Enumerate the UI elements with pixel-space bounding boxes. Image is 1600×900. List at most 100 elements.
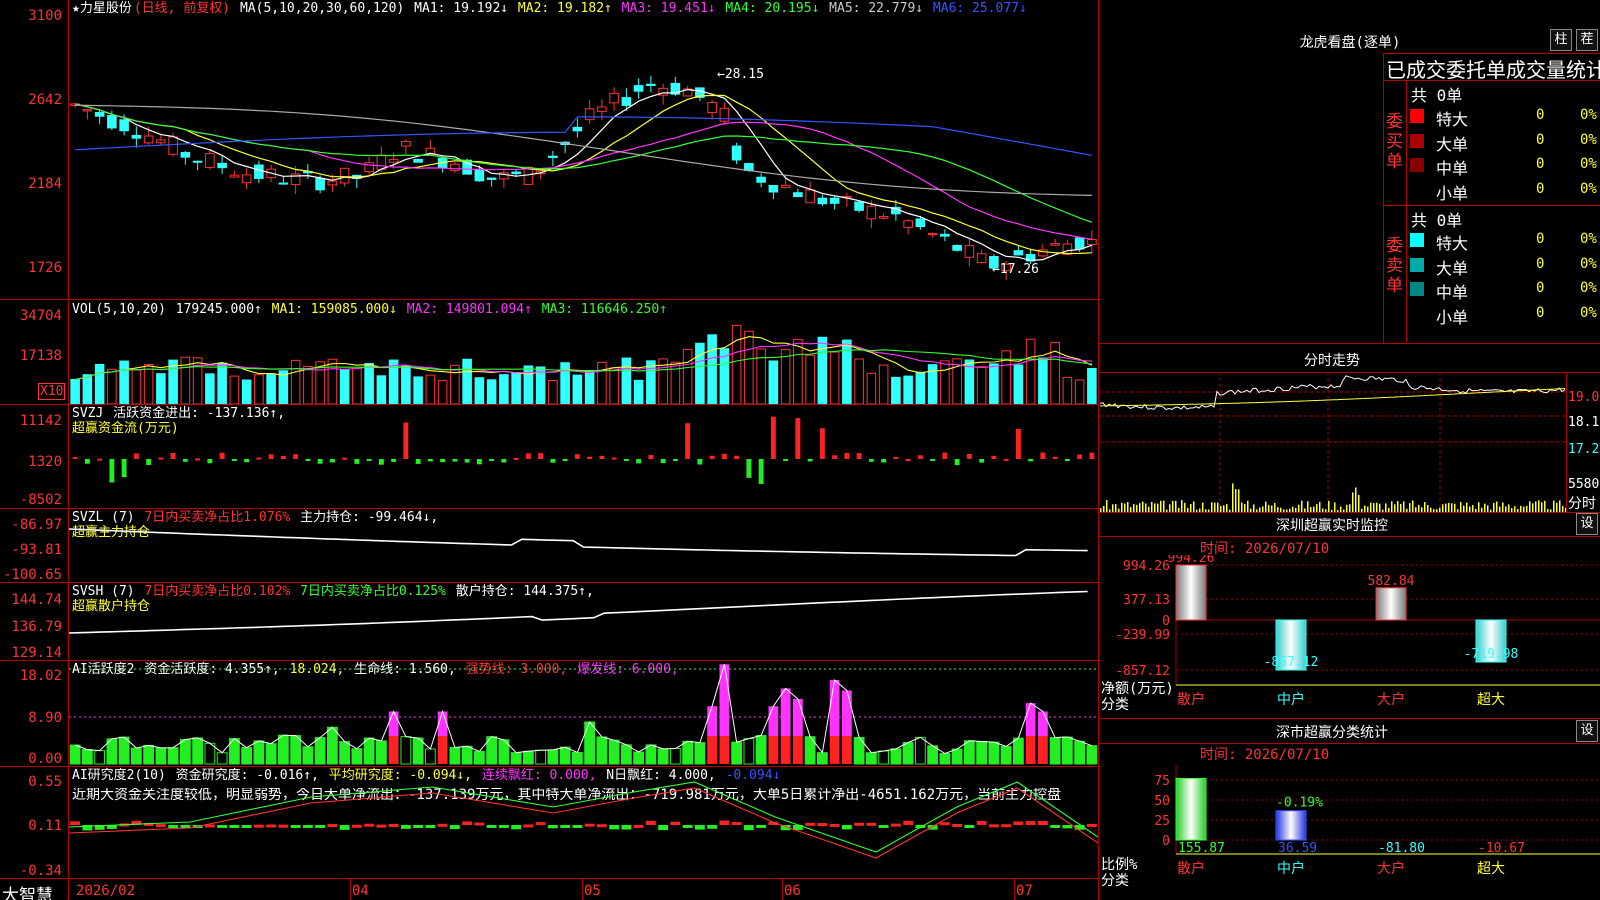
activity-bar-high xyxy=(707,706,718,736)
sell-row-1: 大单 0 0% xyxy=(1408,253,1600,278)
intraday-volume-bar xyxy=(1238,489,1240,512)
sell-row-2: 中单 0 0% xyxy=(1408,277,1600,302)
main-y-label: 1726 xyxy=(28,260,62,276)
category-label: 大户 xyxy=(1377,691,1405,708)
intraday-volume-bar xyxy=(1448,502,1450,512)
main-y-label: 2642 xyxy=(28,92,62,108)
ratio-bar-chart[interactable]: 75 50 25 0 155.87 散户 36.59 中户 -81.80 大户 -10.67 超大 -0… xyxy=(1100,760,1600,900)
research-bar xyxy=(70,821,81,825)
tab-volume-stats[interactable]: 成交量统计 xyxy=(1506,58,1600,82)
high-price-marker: ←28.15 xyxy=(717,67,764,82)
activity-bar-mid xyxy=(792,736,803,764)
column-view-button[interactable]: 柱 xyxy=(1550,29,1572,51)
volume-chart[interactable] xyxy=(69,300,1098,404)
net-flow-bar xyxy=(1175,564,1207,621)
fund-flow-bar xyxy=(121,459,127,478)
intraday-volume-bar xyxy=(1508,504,1510,512)
activity-bar-high xyxy=(780,688,791,736)
ratio-value: 155.87 xyxy=(1178,841,1225,856)
intraday-volume-bar xyxy=(1319,501,1321,512)
volume-bar xyxy=(437,380,448,404)
fund-flow-bar xyxy=(868,459,874,462)
activity-bar-mid xyxy=(719,736,730,764)
activity-bar xyxy=(155,747,167,765)
net-flow-value: 994.26 xyxy=(1168,555,1215,566)
fund-flow-bar xyxy=(893,456,899,459)
candle-body xyxy=(241,174,252,184)
candle-body xyxy=(621,97,632,106)
activity-bar xyxy=(1000,745,1012,765)
intraday-volume-bar xyxy=(1202,502,1204,512)
candle-body xyxy=(633,85,644,92)
activity-bar-mid xyxy=(707,736,718,764)
activity-bar xyxy=(951,748,963,765)
tab-filled[interactable]: 已成交 xyxy=(1386,58,1446,82)
chart-mode[interactable]: (日线, 前复权) xyxy=(134,1,230,16)
activity-bar xyxy=(939,752,951,765)
color-swatch xyxy=(1410,282,1424,296)
fund-flow-bar xyxy=(856,453,862,459)
intraday-volume-bar xyxy=(1373,503,1375,512)
fund-flow-bar xyxy=(195,458,201,461)
research-bar xyxy=(707,825,718,829)
fund-flow-bar xyxy=(636,459,642,464)
intraday-volume-bar xyxy=(1478,502,1480,512)
intraday-chart[interactable] xyxy=(1100,372,1566,512)
intraday-volume-bar xyxy=(1211,502,1213,512)
intraday-volume-bar xyxy=(1403,501,1405,512)
color-swatch xyxy=(1410,158,1424,172)
volume-bar xyxy=(205,373,215,404)
fund-flow-bar xyxy=(280,455,286,459)
research-bar xyxy=(731,822,742,826)
order-count: 0 xyxy=(1536,156,1545,172)
monitor-settings-button[interactable]: 设 xyxy=(1576,513,1598,535)
candlestick-chart[interactable] xyxy=(69,18,1098,299)
buy-side-label: 委买单 xyxy=(1386,112,1403,172)
candle-body xyxy=(486,177,497,180)
activity-bar-mid xyxy=(841,736,852,764)
research-bar xyxy=(1062,825,1073,829)
activity-bar xyxy=(633,751,645,765)
volume-bar xyxy=(523,365,534,404)
ai-research-chart[interactable] xyxy=(69,767,1098,878)
fund-flow-bar xyxy=(97,458,103,461)
buy-row-2: 中单 0 0% xyxy=(1408,153,1600,178)
activity-bar-mid xyxy=(388,736,399,764)
intraday-volume-bar xyxy=(1556,502,1558,512)
tab-orders[interactable]: 委托单 xyxy=(1446,58,1506,82)
chart-area[interactable]: 3100 2642 2184 1726 ★力星股份 (日线, 前复权) MA(5,… xyxy=(0,0,1100,900)
intraday-volume-bar xyxy=(1442,504,1444,512)
x-axis-label: 07 xyxy=(1016,883,1033,899)
research-bar xyxy=(388,823,399,827)
intraday-volume-bar xyxy=(1472,505,1474,512)
volume-bar xyxy=(548,379,558,404)
research-bar xyxy=(682,825,693,828)
intraday-volume-bar xyxy=(1298,504,1300,512)
volume-bar xyxy=(854,358,864,404)
retail-holding-chart[interactable] xyxy=(69,583,1098,660)
activity-bar-high xyxy=(841,690,852,736)
activity-bar xyxy=(976,741,988,765)
net-flow-bar-chart[interactable]: 994.26 377.13 0-239.99 -857.12 994.26 散户 -857.… xyxy=(1100,555,1600,720)
fund-flow-bar xyxy=(1064,459,1070,461)
stock-name[interactable]: ★力星股份 xyxy=(72,1,132,16)
classify-title: 深市超赢分类统计 xyxy=(1276,725,1388,741)
activity-bar xyxy=(461,745,473,765)
research-bar xyxy=(817,823,828,827)
fund-flow-bar xyxy=(501,459,507,463)
intraday-volume-bar xyxy=(1370,502,1372,512)
classify-settings-button[interactable]: 设 xyxy=(1576,720,1598,742)
activity-bar xyxy=(1049,737,1061,765)
candle-body xyxy=(756,176,766,183)
candle-body xyxy=(376,154,387,170)
intraday-volume-bar xyxy=(1352,492,1354,512)
ai-activity-chart[interactable] xyxy=(69,661,1098,766)
order-size-label: 特大 xyxy=(1436,110,1469,129)
main-holding-chart[interactable] xyxy=(69,509,1098,582)
intraday-volume-bar xyxy=(1301,500,1303,512)
candle-body xyxy=(817,197,828,205)
check-button[interactable]: 茬 xyxy=(1576,29,1598,51)
research-bar xyxy=(437,823,448,827)
activity-bar-mid xyxy=(1025,736,1036,764)
fund-flow-chart[interactable] xyxy=(69,405,1098,508)
